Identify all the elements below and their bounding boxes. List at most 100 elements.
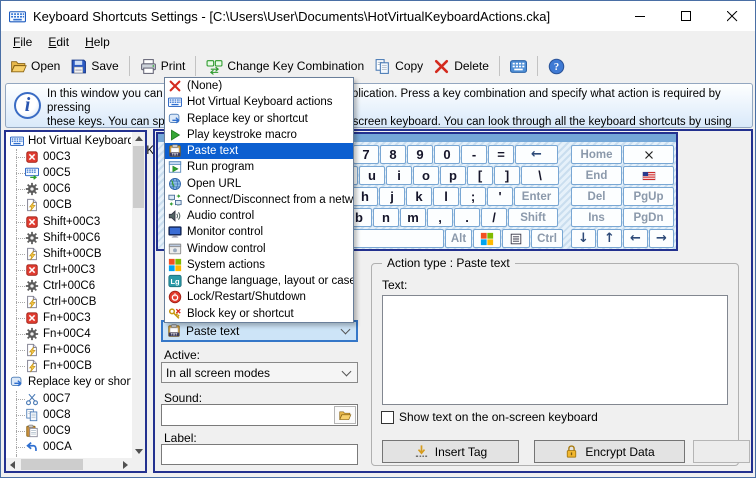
key-\[interactable]: \ — [521, 166, 559, 185]
dropdown-item-block-key-or-shortcut[interactable]: Block key or shortcut — [165, 306, 353, 322]
key-←[interactable]: ← — [515, 145, 558, 164]
tree-item-shift-00c3[interactable]: Shift+00C3 — [7, 213, 131, 230]
key-←[interactable]: ← — [623, 229, 648, 248]
key-p[interactable]: p — [440, 166, 466, 185]
key-'[interactable]: ' — [487, 187, 513, 206]
tree-item-fn-00c6[interactable]: Fn+00C6 — [7, 342, 131, 359]
encrypt-data-button[interactable]: Encrypt Data — [534, 440, 685, 463]
key-l[interactable]: l — [433, 187, 459, 206]
tree-item-replace-key-or-shortcut[interactable]: Replace key or shortcut — [7, 374, 131, 390]
tree-item-fn-00c4[interactable]: Fn+00C4 — [7, 326, 131, 343]
tree-item-shift-00c6[interactable]: Shift+00C6 — [7, 229, 131, 246]
tree-item-00c3[interactable]: 00C3 — [7, 149, 131, 166]
scroll-left-arrow[interactable] — [6, 458, 19, 471]
dropdown-item-connect-disconnect-from-a-network[interactable]: Connect/Disconnect from a network — [165, 192, 353, 208]
key-k[interactable]: k — [406, 187, 432, 206]
key-i[interactable]: i — [386, 166, 412, 185]
key-ctrl[interactable]: Ctrl — [531, 229, 563, 248]
active-combobox[interactable]: In all screen modes — [161, 362, 358, 383]
label-input[interactable] — [161, 444, 358, 465]
insert-tag-button[interactable]: Insert Tag — [382, 440, 519, 463]
dropdown-item-hot-virtual-keyboard-actions[interactable]: Hot Virtual Keyboard actions — [165, 94, 353, 110]
key-menu-key[interactable] — [502, 229, 530, 248]
maximize-button[interactable] — [663, 1, 709, 31]
toolbar-help-button[interactable]: ? — [543, 56, 570, 77]
dropdown-item-run-program[interactable]: Run program — [165, 159, 353, 175]
vertical-scroll-thumb[interactable] — [133, 146, 144, 208]
show-text-checkbox[interactable] — [381, 410, 394, 424]
key-o[interactable]: o — [413, 166, 439, 185]
key-h[interactable]: h — [352, 187, 378, 206]
tree-item-00c6[interactable]: 00C6 — [7, 181, 131, 198]
menu-file[interactable]: File — [5, 33, 40, 51]
key-j[interactable]: j — [379, 187, 405, 206]
tree-item-00c7[interactable]: 00C7 — [7, 390, 131, 407]
dropdown-item-window-control[interactable]: Window control — [165, 241, 353, 257]
dropdown-item-monitor-control[interactable]: Monitor control — [165, 224, 353, 240]
key-[[interactable]: [ — [467, 166, 493, 185]
key-pgdn[interactable]: PgDn — [623, 208, 674, 227]
key-n[interactable]: n — [373, 208, 399, 227]
sound-browse-button[interactable] — [334, 406, 356, 424]
tree-item-fn-00c3[interactable]: Fn+00C3 — [7, 310, 131, 327]
key-9[interactable]: 9 — [407, 145, 433, 164]
dropdown-item-system-actions[interactable]: System actions — [165, 257, 353, 273]
tree-vertical-scrollbar[interactable] — [132, 132, 145, 458]
key-][interactable]: ] — [494, 166, 520, 185]
key-end[interactable]: End — [571, 166, 622, 185]
dropdown-item--none-[interactable]: (None) — [165, 78, 353, 94]
key-→[interactable]: → — [649, 229, 674, 248]
dropdown-item-play-keystroke-macro[interactable]: Play keystroke macro — [165, 127, 353, 143]
tree-item-00c8[interactable]: 00C8 — [7, 406, 131, 423]
close-button[interactable] — [709, 1, 755, 31]
key-alt[interactable]: Alt — [445, 229, 472, 248]
key-shift[interactable]: Shift — [508, 208, 558, 227]
key-8[interactable]: 8 — [380, 145, 406, 164]
toolbar-keyboard-btn-button[interactable] — [505, 56, 532, 77]
tree-item-00cb[interactable]: 00CB — [7, 197, 131, 214]
toolbar-change-key-combination-button[interactable]: Change Key Combination — [201, 56, 369, 77]
tree-item-hot-virtual-keyboard[interactable]: Hot Virtual Keyboard — [7, 133, 131, 149]
key-↓[interactable]: ↓ — [571, 229, 596, 248]
tree-item-shift-00cb[interactable]: Shift+00CB — [7, 245, 131, 262]
key-=[interactable]: = — [488, 145, 514, 164]
key-win-key[interactable] — [473, 229, 501, 248]
key--[interactable]: - — [461, 145, 487, 164]
key-u[interactable]: u — [359, 166, 385, 185]
tree-item-00c9[interactable]: 00C9 — [7, 422, 131, 439]
dropdown-item-paste-text[interactable]: TXT Paste text — [165, 143, 353, 160]
toolbar-copy-button[interactable]: Copy — [369, 56, 428, 77]
paste-text-textarea[interactable] — [382, 295, 728, 405]
toolbar-open-button[interactable]: Open — [5, 56, 65, 77]
key-↑[interactable]: ↑ — [597, 229, 622, 248]
key-;[interactable]: ; — [460, 187, 486, 206]
tree-item-00ca[interactable]: 00CA — [7, 438, 131, 455]
toolbar-save-button[interactable]: Save — [65, 56, 123, 77]
key-7[interactable]: 7 — [353, 145, 379, 164]
tree-item-ctrl-00c3[interactable]: Ctrl+00C3 — [7, 261, 131, 278]
dropdown-item-audio-control[interactable]: Audio control — [165, 208, 353, 224]
menu-help[interactable]: Help — [77, 33, 118, 51]
key-0[interactable]: 0 — [434, 145, 460, 164]
tree-item-ctrl-00cb[interactable]: Ctrl+00CB — [7, 293, 131, 310]
minimize-button[interactable] — [617, 1, 663, 31]
dropdown-item-change-language-layout-or-case[interactable]: Lg Change language, layout or case — [165, 273, 353, 289]
dropdown-item-lock-restart-shutdown[interactable]: Lock/Restart/Shutdown — [165, 289, 353, 305]
dropdown-item-open-url[interactable]: Open URL — [165, 176, 353, 192]
horizontal-scroll-thumb[interactable] — [21, 459, 83, 470]
key-.[interactable]: . — [454, 208, 480, 227]
key-pgup[interactable]: PgUp — [623, 187, 674, 206]
toolbar-print-button[interactable]: Print — [135, 56, 191, 77]
dropdown-item-replace-key-or-shortcut[interactable]: Replace key or shortcut — [165, 111, 353, 127]
key-/[interactable]: / — [481, 208, 507, 227]
scroll-right-arrow[interactable] — [119, 458, 132, 471]
key-,[interactable]: , — [427, 208, 453, 227]
key-us-flag[interactable] — [623, 166, 674, 185]
key-home[interactable]: Home — [571, 145, 622, 164]
tree-item-ctrl-00c6[interactable]: Ctrl+00C6 — [7, 277, 131, 294]
tree-item-fn-00cb[interactable]: Fn+00CB — [7, 358, 131, 375]
key-ins[interactable]: Ins — [571, 208, 622, 227]
tree-item-00c5[interactable]: 00C5 — [7, 165, 131, 182]
scroll-down-arrow[interactable] — [132, 445, 145, 458]
scroll-up-arrow[interactable] — [132, 132, 145, 145]
